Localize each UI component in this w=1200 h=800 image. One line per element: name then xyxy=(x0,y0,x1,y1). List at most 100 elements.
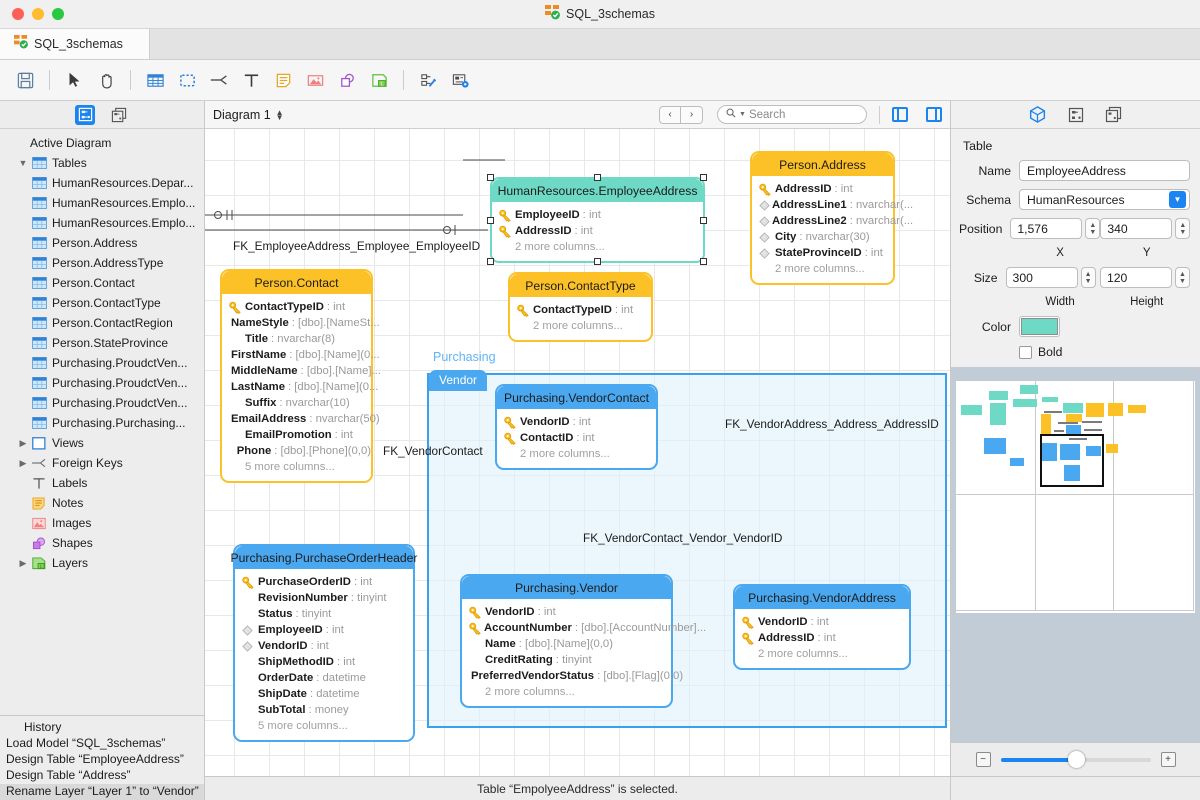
resize-handle[interactable] xyxy=(487,258,494,265)
add-relation-button[interactable] xyxy=(204,65,234,95)
pan-tool-button[interactable] xyxy=(91,65,121,95)
tree-item-table[interactable]: Purchasing.Purchasing... xyxy=(0,413,204,433)
diagram-canvas[interactable]: Purchasing Vendor xyxy=(205,129,950,776)
table-column[interactable]: FirstName: [dbo].[Name](0... xyxy=(222,347,371,363)
search-input[interactable]: ▼ Search xyxy=(717,105,867,124)
document-tab[interactable]: SQL_3schemas xyxy=(0,28,150,59)
table-column[interactable]: MiddleName: [dbo].[Name]... xyxy=(222,363,371,379)
diagram-table-node[interactable]: Purchasing.PurchaseOrderHeaderPurchaseOr… xyxy=(233,544,415,742)
table-column[interactable]: ContactTypeID: int xyxy=(510,302,651,318)
zoom-slider-knob[interactable] xyxy=(1068,751,1085,768)
chevron-right-icon[interactable]: ▶ xyxy=(16,558,30,569)
table-column[interactable]: Status: tinyint xyxy=(235,606,413,622)
table-column-more[interactable]: 2 more columns... xyxy=(510,318,651,334)
table-column[interactable]: VendorID: int xyxy=(462,604,671,620)
outline-tab[interactable] xyxy=(75,105,95,125)
table-column[interactable]: PurchaseOrderID: int xyxy=(235,574,413,590)
table-column[interactable]: AddressLine2: nvarchar(... xyxy=(752,213,893,229)
select-tool-button[interactable] xyxy=(59,65,89,95)
position-x-spinner[interactable]: ▲▼ xyxy=(1085,218,1100,239)
table-column[interactable]: AddressID: int xyxy=(735,630,909,646)
add-shape-button[interactable] xyxy=(332,65,362,95)
zoom-out-button[interactable]: − xyxy=(976,752,991,767)
table-column[interactable]: ContactID: int xyxy=(497,430,656,446)
table-column-more[interactable]: 2 more columns... xyxy=(752,261,893,277)
add-table-button[interactable] xyxy=(140,65,170,95)
tree-group-foreign-keys[interactable]: ▶Foreign Keys xyxy=(0,453,204,473)
diagram-table-node[interactable]: Purchasing.VendorAddressVendorID: intAdd… xyxy=(733,584,911,670)
search-dropdown-icon[interactable]: ▼ xyxy=(739,111,746,118)
table-column[interactable]: Phone: [dbo].[Phone](0,0) xyxy=(222,443,371,459)
object-tree[interactable]: Active Diagram ▼TablesHumanResources.Dep… xyxy=(0,129,204,715)
table-column[interactable]: EmployeeID: int xyxy=(492,207,703,223)
tree-group-shapes[interactable]: Shapes xyxy=(0,533,204,553)
add-text-button[interactable] xyxy=(236,65,266,95)
table-column[interactable]: OrderDate: datetime xyxy=(235,670,413,686)
add-layer2-button[interactable]: L xyxy=(364,65,394,95)
table-column[interactable]: VendorID: int xyxy=(497,414,656,430)
table-column[interactable]: ContactTypeID: int xyxy=(222,299,371,315)
nav-prev-button[interactable]: ‹ xyxy=(659,106,681,124)
tree-item-table[interactable]: Person.ContactRegion xyxy=(0,313,204,333)
tree-group-views[interactable]: ▶Views xyxy=(0,433,204,453)
table-column-more[interactable]: 5 more columns... xyxy=(222,459,371,475)
add-layer-button[interactable] xyxy=(172,65,202,95)
resize-handle[interactable] xyxy=(594,258,601,265)
add-note-button[interactable] xyxy=(268,65,298,95)
tree-item-table[interactable]: HumanResources.Emplo... xyxy=(0,193,204,213)
position-x-stepper[interactable]: 1,576 ▲▼ xyxy=(1010,218,1100,239)
tree-item-table[interactable]: Person.Contact xyxy=(0,273,204,293)
table-column[interactable]: EmailPromotion: int xyxy=(222,427,371,443)
minimap[interactable] xyxy=(956,381,1195,613)
zoom-slider[interactable] xyxy=(1001,758,1151,762)
diagram-table-node[interactable]: Purchasing.VendorContactVendorID: intCon… xyxy=(495,384,658,470)
color-swatch-button[interactable] xyxy=(1019,316,1060,337)
history-item[interactable]: Design Table “Address” xyxy=(0,768,204,784)
tree-item-table[interactable]: Person.StateProvince xyxy=(0,333,204,353)
toggle-right-panel-button[interactable] xyxy=(926,107,942,122)
table-column-more[interactable]: 2 more columns... xyxy=(735,646,909,662)
bold-checkbox[interactable] xyxy=(1019,346,1032,359)
table-column-more[interactable]: 2 more columns... xyxy=(492,239,703,255)
table-column[interactable]: City: nvarchar(30) xyxy=(752,229,893,245)
diagram-table-node[interactable]: Purchasing.VendorVendorID: intAccountNum… xyxy=(460,574,673,708)
table-column[interactable]: Title: nvarchar(8) xyxy=(222,331,371,347)
size-height-stepper[interactable]: 120 ▲▼ xyxy=(1100,267,1190,288)
position-y-spinner[interactable]: ▲▼ xyxy=(1175,218,1190,239)
table-column[interactable]: EmailAddress: nvarchar(50) xyxy=(222,411,371,427)
resize-handle[interactable] xyxy=(700,217,707,224)
tree-group-images[interactable]: Images xyxy=(0,513,204,533)
size-height-field[interactable]: 120 xyxy=(1100,267,1172,288)
table-column[interactable]: StateProvinceID: int xyxy=(752,245,893,261)
layer-name-label[interactable]: Vendor xyxy=(429,370,487,391)
history-item[interactable]: Rename Layer “Layer 1” to “Vendor” xyxy=(0,784,204,800)
table-column[interactable]: AddressLine1: nvarchar(... xyxy=(752,197,893,213)
table-column[interactable]: SubTotal: money xyxy=(235,702,413,718)
minimap-viewport[interactable] xyxy=(1040,434,1104,487)
resize-handle[interactable] xyxy=(487,174,494,181)
resize-handle[interactable] xyxy=(700,258,707,265)
table-column[interactable]: AddressID: int xyxy=(492,223,703,239)
table-column-more[interactable]: 2 more columns... xyxy=(497,446,656,462)
diagrams-tab[interactable] xyxy=(109,105,129,125)
table-column-more[interactable]: 2 more columns... xyxy=(462,684,671,700)
table-column[interactable]: NameStyle: [dbo].[NameSt... xyxy=(222,315,371,331)
resize-handle[interactable] xyxy=(487,217,494,224)
nav-next-button[interactable]: › xyxy=(681,106,703,124)
tree-item-table[interactable]: Person.ContactType xyxy=(0,293,204,313)
size-width-field[interactable]: 300 xyxy=(1006,267,1078,288)
size-width-spinner[interactable]: ▲▼ xyxy=(1081,267,1096,288)
table-column[interactable]: ShipMethodID: int xyxy=(235,654,413,670)
toggle-left-panel-button[interactable] xyxy=(892,107,908,122)
table-column[interactable]: AddressID: int xyxy=(752,181,893,197)
diagram-tab[interactable] xyxy=(1066,105,1086,125)
tree-item-table[interactable]: Purchasing.ProudctVen... xyxy=(0,373,204,393)
add-image-button[interactable] xyxy=(300,65,330,95)
schema-select[interactable]: HumanResources ▼ xyxy=(1019,189,1190,210)
name-field[interactable]: EmployeeAddress xyxy=(1019,160,1190,181)
save-button[interactable] xyxy=(10,65,40,95)
size-height-spinner[interactable]: ▲▼ xyxy=(1175,267,1190,288)
tree-item-table[interactable]: Person.AddressType xyxy=(0,253,204,273)
model-tab[interactable] xyxy=(1104,105,1124,125)
table-column[interactable]: CreditRating: tinyint xyxy=(462,652,671,668)
